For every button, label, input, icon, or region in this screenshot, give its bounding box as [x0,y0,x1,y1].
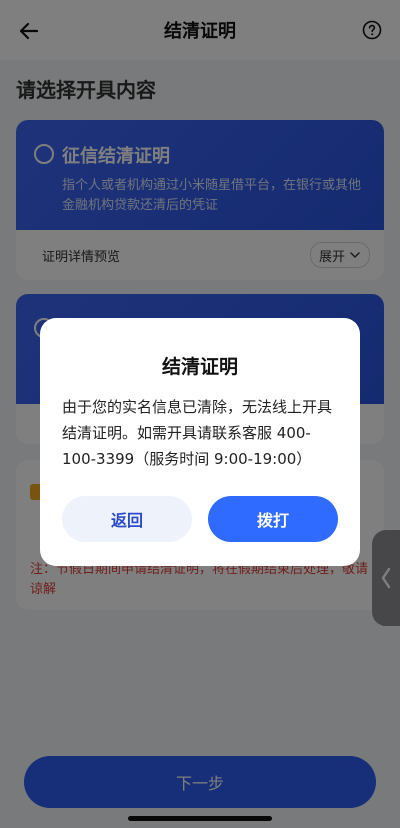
dialog-call-button[interactable]: 拨打 [208,496,338,542]
dialog-message: 由于您的实名信息已清除，无法线上开具结清证明。如需开具请联系客服 400-100… [62,398,333,468]
dialog-back-button[interactable]: 返回 [62,496,192,542]
settlement-dialog: 结清证明 由于您的实名信息已清除，无法线上开具结清证明。如需开具请联系客服 40… [40,318,360,566]
dialog-title: 结清证明 [161,356,238,378]
